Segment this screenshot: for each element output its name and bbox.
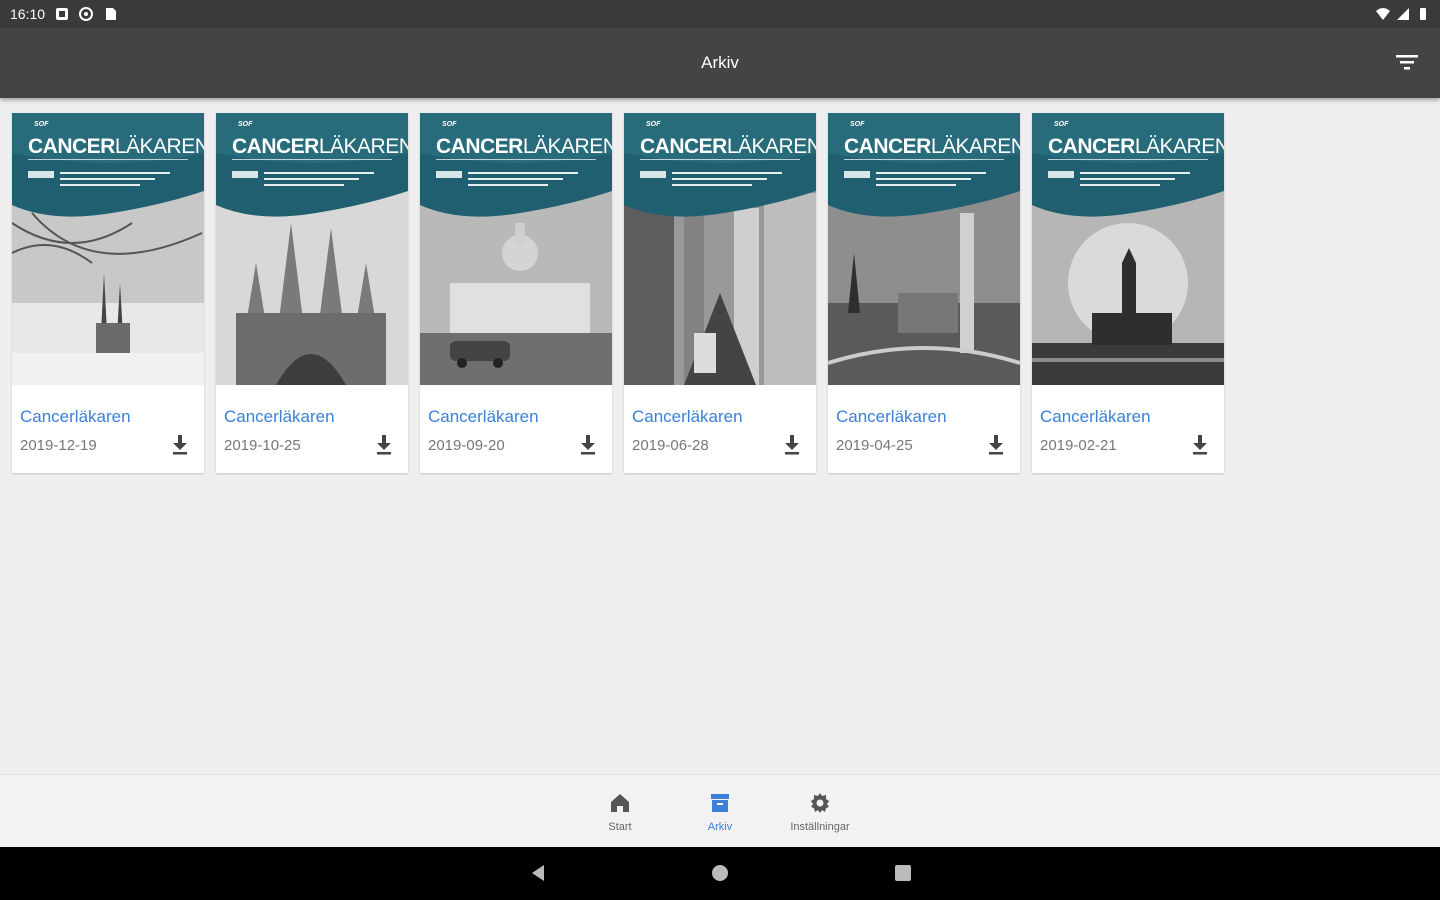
nav-label: Arkiv <box>707 821 733 833</box>
cover-brand: CANCERLÄKAREN <box>232 135 408 158</box>
issue-cover: SOF CANCERLÄKAREN <box>624 113 816 385</box>
cover-tag: SOF <box>646 121 661 128</box>
recents-icon[interactable] <box>893 863 913 883</box>
back-icon[interactable] <box>528 863 548 883</box>
cover-brand: CANCERLÄKAREN <box>640 135 816 158</box>
issue-title: Cancerläkaren <box>836 407 947 426</box>
cover-tag: SOF <box>1054 121 1069 128</box>
issue-card[interactable]: SOF CANCERLÄKAREN Cancerläkaren 2019-10-… <box>216 113 408 473</box>
issue-card[interactable]: SOF CANCERLÄKAREN Cancerläkaren 2019-12-… <box>12 113 204 473</box>
issue-card[interactable]: SOF CANCERLÄKAREN Cancerläkaren 2019-04-… <box>828 113 1020 473</box>
issue-card[interactable]: SOF CANCERLÄKAREN Cancerläkaren 2019-02-… <box>1032 113 1224 473</box>
app-bar: Arkiv <box>0 28 1440 98</box>
issue-cover: SOF CANCERLÄKAREN <box>1032 113 1224 385</box>
issue-cover: SOF CANCERLÄKAREN <box>216 113 408 385</box>
nav-item-start[interactable]: Start <box>570 775 670 847</box>
status-time: 16:10 <box>10 6 46 22</box>
page-title: Arkiv <box>701 53 739 72</box>
system-nav-bar <box>0 847 1440 900</box>
wifi-icon <box>1376 8 1390 20</box>
cover-tag: SOF <box>34 121 49 128</box>
download-icon[interactable] <box>578 433 598 455</box>
issue-title: Cancerläkaren <box>224 407 335 426</box>
sd-card-icon <box>106 8 117 20</box>
cover-tag: SOF <box>238 121 253 128</box>
signal-icon <box>1397 8 1409 20</box>
cover-brand: CANCERLÄKAREN <box>436 135 612 158</box>
archive-icon <box>711 794 729 812</box>
status-bar: 16:10 <box>0 0 1440 28</box>
nav-item-inställningar[interactable]: Inställningar <box>770 775 870 847</box>
issue-cover: SOF CANCERLÄKAREN <box>828 113 1020 385</box>
gear-icon <box>811 793 829 813</box>
issue-title: Cancerläkaren <box>20 407 131 426</box>
filter-icon[interactable] <box>1394 50 1420 76</box>
issue-title: Cancerläkaren <box>428 407 539 426</box>
download-icon[interactable] <box>986 433 1006 455</box>
download-icon[interactable] <box>782 433 802 455</box>
issue-title: Cancerläkaren <box>1040 407 1151 426</box>
home-button-icon[interactable] <box>710 863 730 883</box>
cover-brand: CANCERLÄKAREN <box>28 135 204 158</box>
download-icon[interactable] <box>1190 433 1210 455</box>
notification-icon <box>56 8 69 20</box>
battery-icon <box>1420 8 1426 20</box>
cover-tag: SOF <box>850 121 865 128</box>
sync-icon <box>79 7 94 21</box>
cover-tag: SOF <box>442 121 457 128</box>
download-icon[interactable] <box>374 433 394 455</box>
archive-grid: SOF CANCERLÄKAREN Cancerläkaren 2019-12-… <box>0 98 1440 774</box>
nav-item-arkiv[interactable]: Arkiv <box>670 775 770 847</box>
home-icon <box>611 794 629 812</box>
issue-card[interactable]: SOF CANCERLÄKAREN Cancerläkaren 2019-09-… <box>420 113 612 473</box>
cover-brand: CANCERLÄKAREN <box>844 135 1020 158</box>
nav-label: Start <box>608 821 632 833</box>
issue-title: Cancerläkaren <box>632 407 743 426</box>
bottom-navigation: Start Arkiv Inställningar <box>0 774 1440 847</box>
issue-cover: SOF CANCERLÄKAREN <box>12 113 204 385</box>
download-icon[interactable] <box>170 433 190 455</box>
nav-label: Inställningar <box>790 821 850 833</box>
issue-card[interactable]: SOF CANCERLÄKAREN Cancerläkaren 2019-06-… <box>624 113 816 473</box>
cover-brand: CANCERLÄKAREN <box>1048 135 1224 158</box>
issue-cover: SOF CANCERLÄKAREN <box>420 113 612 385</box>
